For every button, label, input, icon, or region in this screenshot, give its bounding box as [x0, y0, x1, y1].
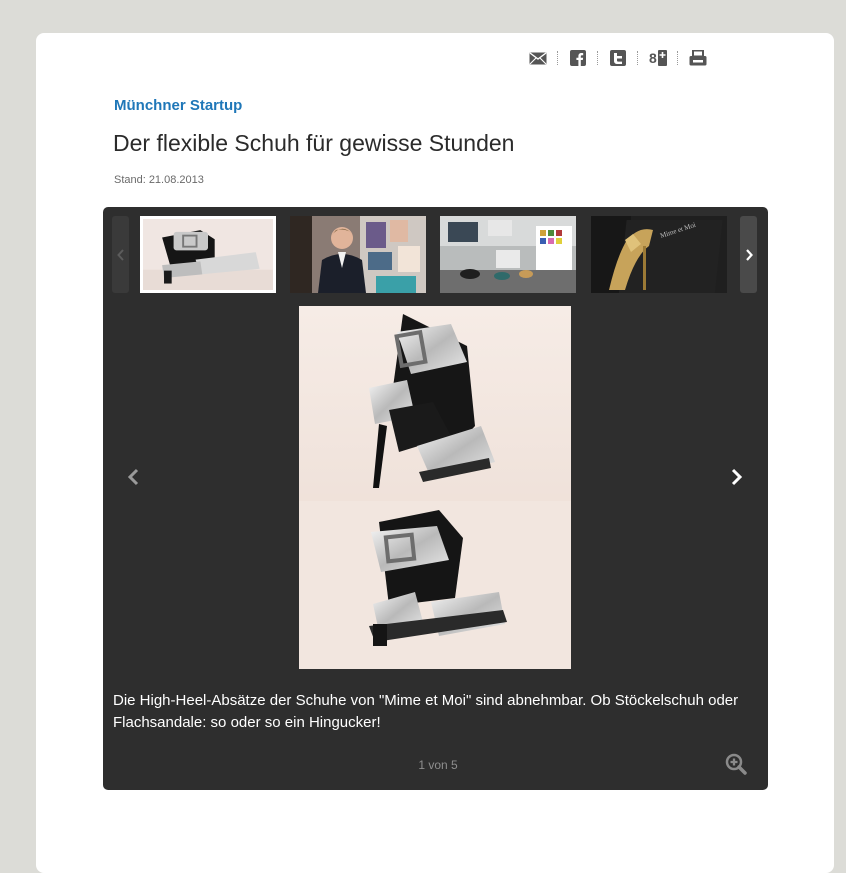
- zoom-in-icon[interactable]: [724, 752, 748, 776]
- share-bar: 8: [528, 47, 708, 69]
- gallery-thumbnail[interactable]: [140, 216, 276, 293]
- facebook-icon[interactable]: [568, 49, 588, 67]
- thumbnail-next-button[interactable]: [740, 216, 757, 293]
- divider: [637, 51, 639, 65]
- gallery-prev-button[interactable]: [118, 462, 148, 492]
- image-gallery: Mime et Moi Die High-Heel-Absätze der Sc…: [103, 207, 768, 790]
- date-value: 21.08.2013: [148, 174, 204, 186]
- gallery-thumbnail[interactable]: [290, 216, 426, 293]
- divider: [597, 51, 599, 65]
- gallery-thumbnail[interactable]: Mime et Moi: [591, 216, 727, 293]
- article-headline: Der flexible Schuh für gewisse Stunden: [113, 130, 515, 156]
- mail-icon[interactable]: [528, 49, 548, 67]
- gallery-caption: Die High-Heel-Absätze der Schuhe von "Mi…: [113, 692, 739, 731]
- gallery-thumbnail[interactable]: [440, 216, 576, 293]
- article-kicker: Münchner Startup: [114, 97, 243, 114]
- gallery-main-image: [299, 306, 571, 669]
- google-plus-icon[interactable]: 8: [648, 49, 668, 67]
- print-icon[interactable]: [688, 49, 708, 67]
- article-date: Stand: 21.08.2013: [114, 174, 204, 186]
- svg-text:8: 8: [649, 50, 657, 66]
- gallery-next-button[interactable]: [722, 462, 752, 492]
- divider: [677, 51, 679, 65]
- divider: [557, 51, 559, 65]
- date-label: Stand:: [114, 174, 146, 186]
- twitter-icon[interactable]: [608, 49, 628, 67]
- gallery-counter: 1 von 5: [418, 758, 458, 772]
- thumbnail-prev-button[interactable]: [112, 216, 129, 293]
